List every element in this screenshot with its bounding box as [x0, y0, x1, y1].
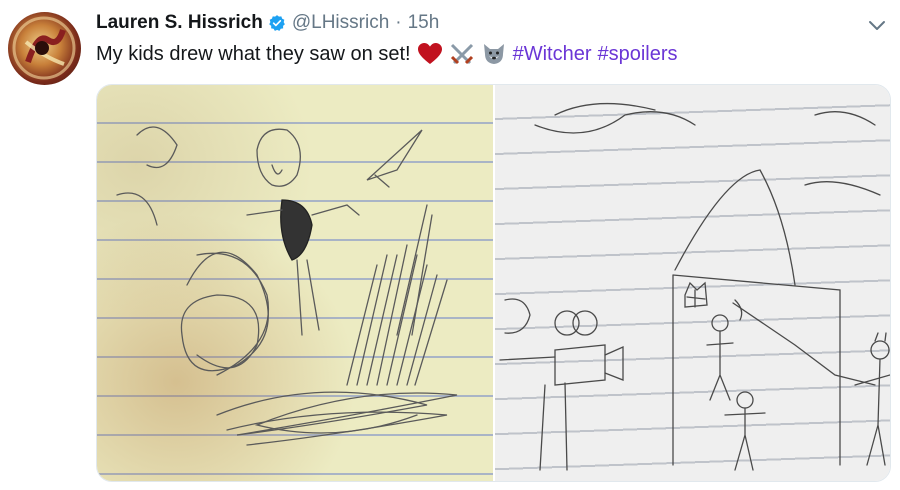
wolf-face-icon — [481, 42, 507, 66]
tweet-body: My kids drew what they saw on set! — [96, 42, 411, 65]
tweet-text: My kids drew what they saw on set! #Witc… — [96, 40, 678, 68]
crossed-swords-icon — [449, 42, 475, 66]
timestamp[interactable]: 15h — [408, 12, 440, 34]
hashtag-witcher[interactable]: #Witcher — [513, 43, 592, 66]
avatar[interactable] — [8, 12, 81, 85]
media-grid — [96, 84, 891, 482]
user-handle[interactable]: @LHissrich — [292, 12, 389, 34]
display-name[interactable]: Lauren S. Hissrich — [96, 12, 263, 34]
hashtag-spoilers[interactable]: #spoilers — [597, 43, 677, 66]
photo-left-drawing[interactable] — [97, 85, 493, 481]
chevron-down-icon[interactable] — [866, 14, 888, 36]
red-heart-icon — [417, 42, 443, 66]
photo-right-drawing[interactable] — [495, 85, 890, 481]
separator-dot: · — [395, 12, 402, 33]
verified-badge-icon — [268, 14, 286, 32]
tweet-header: Lauren S. Hissrich @LHissrich · 15h — [96, 9, 860, 37]
